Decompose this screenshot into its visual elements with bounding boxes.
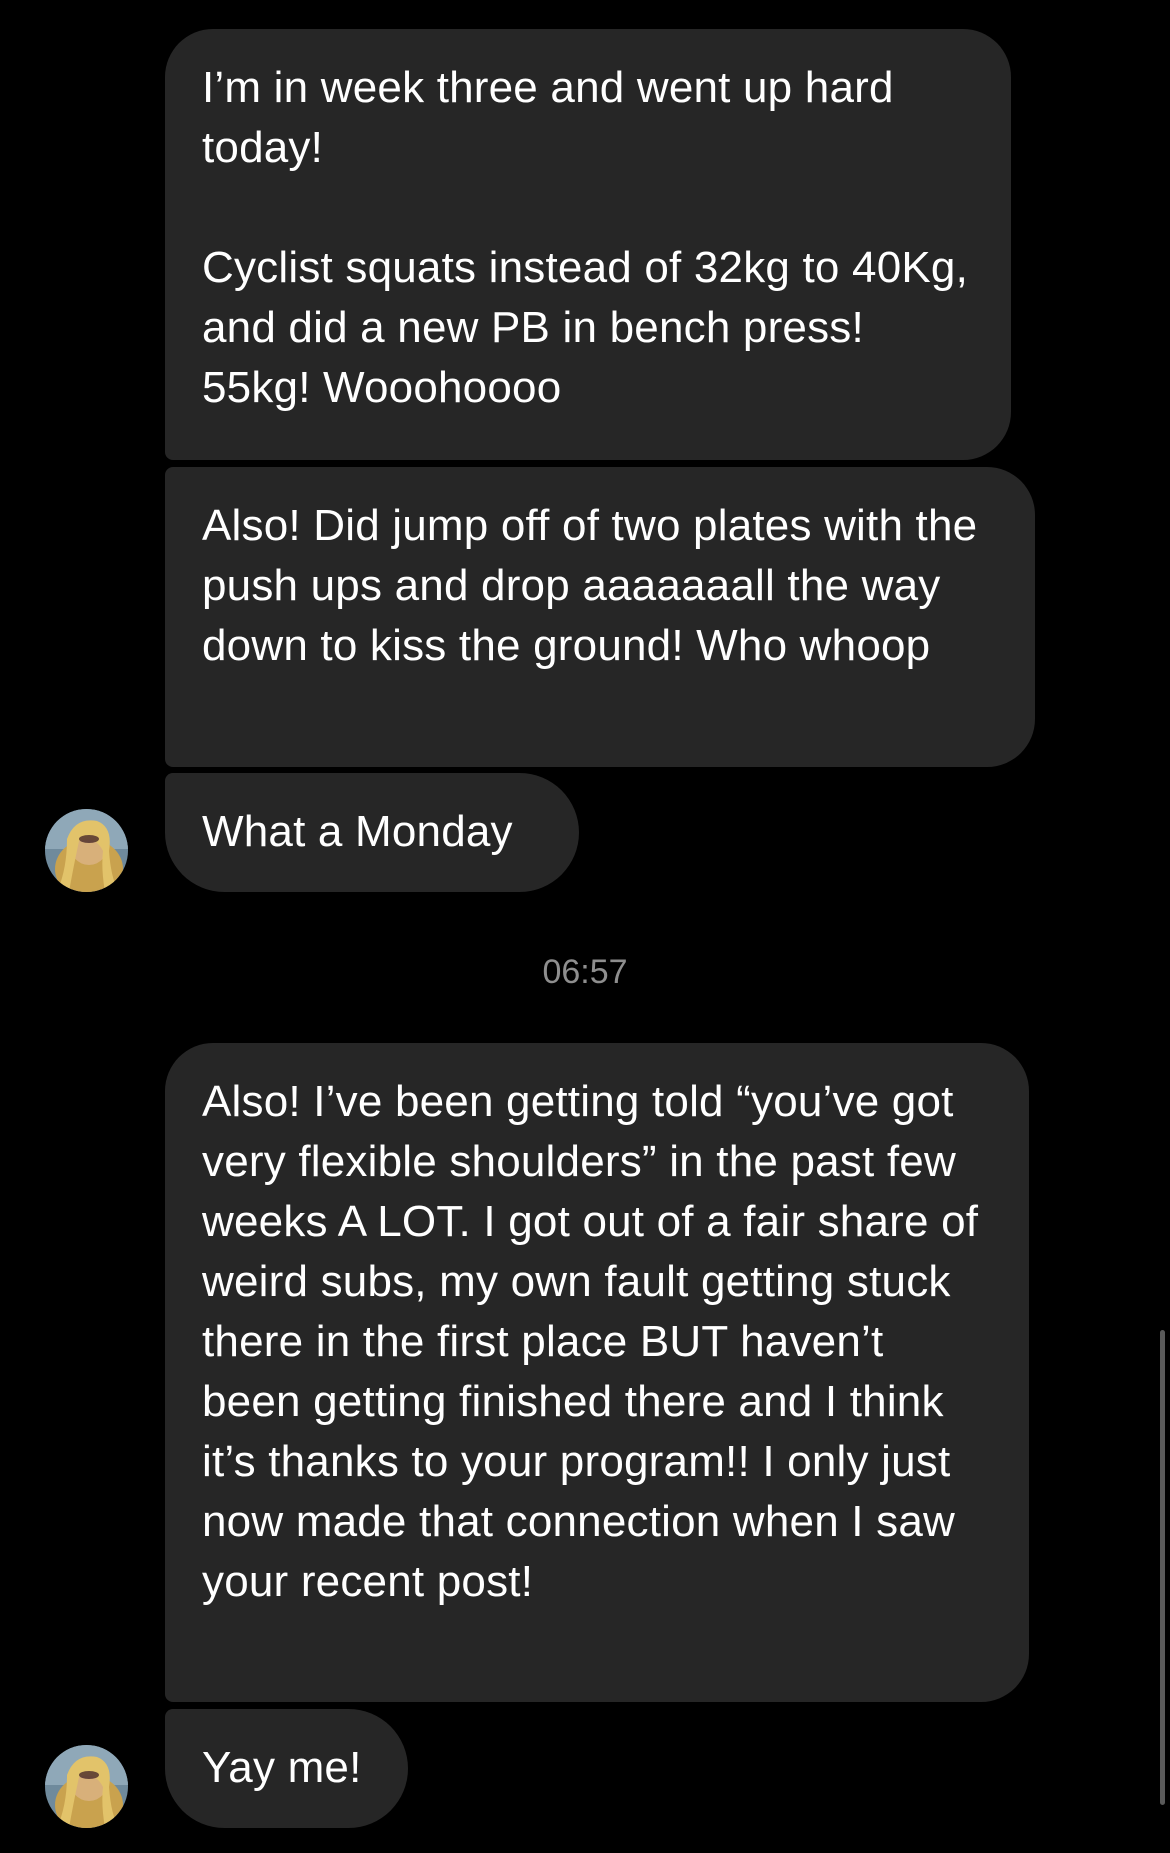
timestamp: 06:57 xyxy=(542,953,628,991)
avatar-photo-icon xyxy=(45,809,128,892)
message-bubble-5[interactable]: Yay me! xyxy=(165,1709,408,1828)
avatar-photo-icon xyxy=(45,1745,128,1828)
message-bubble-1[interactable]: I’m in week three and went up hard today… xyxy=(165,29,1011,460)
message-bubble-2[interactable]: Also! Did jump off of two plates with th… xyxy=(165,467,1035,767)
sender-avatar[interactable] xyxy=(45,809,128,892)
sender-avatar[interactable] xyxy=(45,1745,128,1828)
message-bubble-3[interactable]: What a Monday xyxy=(165,773,579,892)
scrollbar[interactable] xyxy=(1160,1330,1165,1805)
message-bubble-4[interactable]: Also! I’ve been getting told “you’ve got… xyxy=(165,1043,1029,1702)
